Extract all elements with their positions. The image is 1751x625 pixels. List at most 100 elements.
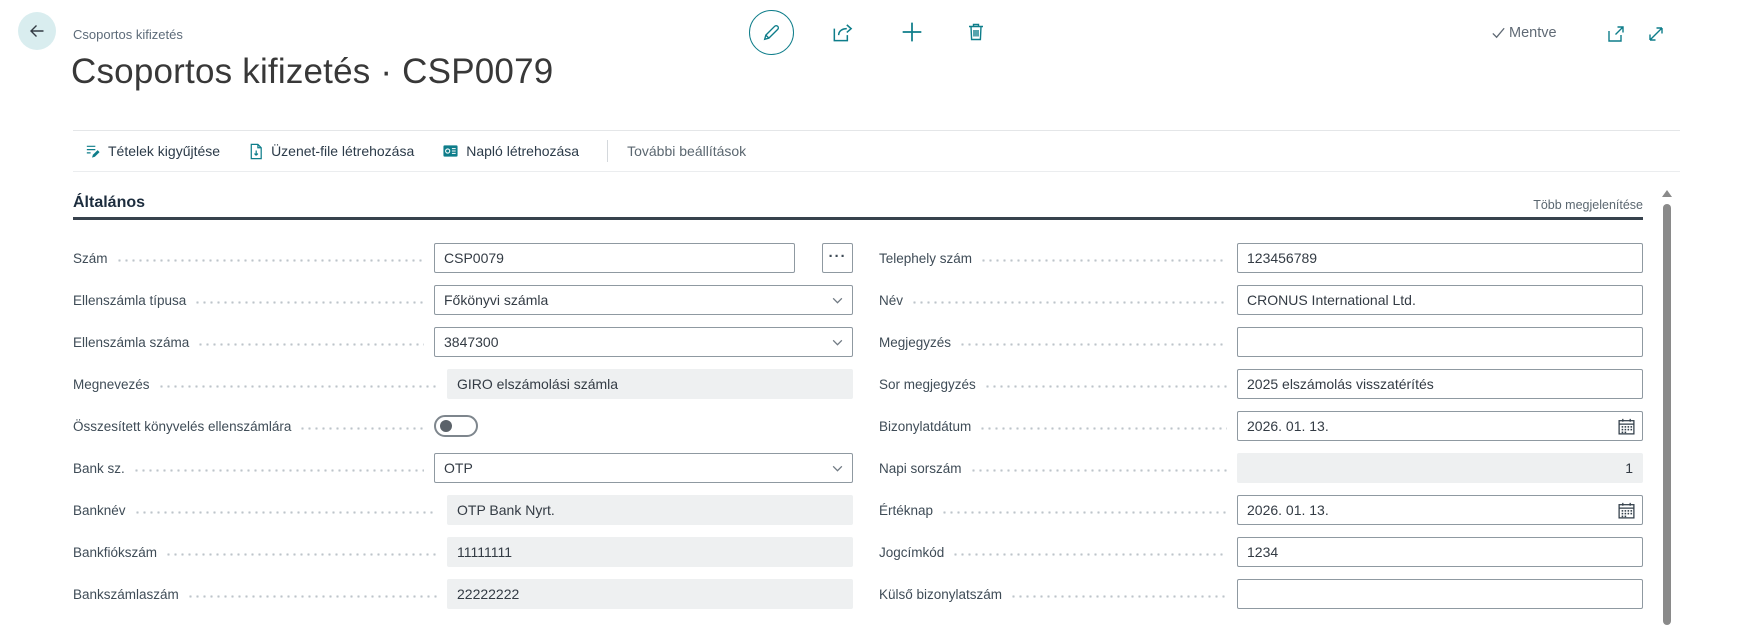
dot-leader	[133, 510, 437, 514]
chevron-down-icon[interactable]	[831, 462, 844, 475]
calendar-icon[interactable]	[1617, 501, 1636, 520]
kulso-bizonylatszam-input[interactable]	[1237, 579, 1643, 609]
action-create-message-file[interactable]: Üzenet-file létrehozása	[248, 143, 414, 160]
field-row-ellenszamla-szama: Ellenszámla száma	[73, 321, 853, 363]
dot-leader	[186, 594, 437, 598]
dot-leader	[941, 510, 1227, 514]
share-button[interactable]	[830, 20, 856, 46]
save-status-label: Mentve	[1509, 24, 1557, 41]
field-label: Név	[879, 292, 904, 308]
field-row-bankszamlaszam: Bankszámlaszám 22222222	[73, 573, 853, 615]
bank-sz-select[interactable]	[434, 453, 853, 483]
scrollbar-thumb[interactable]	[1663, 204, 1671, 625]
dot-leader	[197, 342, 424, 346]
szam-input[interactable]	[434, 243, 795, 273]
field-row-megnevezes: Megnevezés GIRO elszámolási számla	[73, 363, 853, 405]
dot-leader	[969, 468, 1227, 472]
show-more-button[interactable]: Több megjelenítése	[1533, 198, 1643, 212]
chevron-down-icon[interactable]	[831, 336, 844, 349]
field-label: Szám	[73, 250, 108, 266]
plus-icon	[898, 18, 926, 46]
field-row-megjegyzes: Megjegyzés	[879, 321, 1643, 363]
expand-button[interactable]	[1644, 22, 1668, 46]
field-row-ellenszamla-tipusa: Ellenszámla típusa	[73, 279, 853, 321]
telephely-szam-input[interactable]	[1237, 243, 1643, 273]
sor-megjegyzes-input[interactable]	[1237, 369, 1643, 399]
section-header: Általános Több megjelenítése	[73, 172, 1643, 220]
chevron-down-icon[interactable]	[831, 294, 844, 307]
field-label: Bankszámlaszám	[73, 586, 179, 602]
scrollbar-up-arrow[interactable]	[1662, 190, 1672, 197]
create-message-file-icon	[248, 143, 264, 160]
section-title[interactable]: Általános	[73, 194, 145, 212]
field-label: Sor megjegyzés	[879, 376, 976, 392]
banknev-readonly-field: OTP Bank Nyrt.	[447, 495, 853, 525]
dot-leader	[979, 426, 1227, 430]
saved-check-icon	[1490, 24, 1507, 41]
toggle-knob	[440, 420, 452, 432]
dot-leader	[952, 552, 1227, 556]
more-options-button[interactable]: További beállítások	[627, 143, 746, 159]
calendar-icon[interactable]	[1617, 417, 1636, 436]
field-row-bankfiokszam: Bankfiókszám 11111111	[73, 531, 853, 573]
action-create-journal[interactable]: Napló létrehozása	[442, 143, 579, 159]
form-column-left: Szám ··· Ellenszámla típusa Ellen	[73, 237, 853, 615]
field-row-szam: Szám ···	[73, 237, 853, 279]
field-row-banknev: Banknév OTP Bank Nyrt.	[73, 489, 853, 531]
save-status: Mentve	[1490, 24, 1557, 41]
ellenszamla-szama-select[interactable]	[434, 327, 853, 357]
delete-button[interactable]	[963, 19, 989, 45]
action-bar-divider	[607, 140, 609, 162]
back-button[interactable]	[18, 12, 56, 50]
action-collect-entries[interactable]: Tételek kigyűjtése	[84, 143, 220, 160]
pencil-icon	[761, 22, 782, 43]
megjegyzes-input[interactable]	[1237, 327, 1643, 357]
field-label: Külső bizonylatszám	[879, 586, 1003, 602]
erteknap-input[interactable]	[1237, 495, 1643, 525]
action-label: Tételek kigyűjtése	[108, 143, 221, 159]
bizonylatdatum-input[interactable]	[1237, 411, 1643, 441]
dot-leader	[157, 384, 437, 388]
breadcrumb[interactable]: Csoportos kifizetés	[73, 27, 183, 42]
assist-edit-button[interactable]: ···	[822, 243, 853, 273]
form-column-right: Telephely szám Név Megjegyzés	[879, 237, 1643, 615]
action-label: Napló létrehozása	[466, 143, 580, 159]
dot-leader	[194, 300, 424, 304]
field-row-bank-sz: Bank sz.	[73, 447, 853, 489]
trash-icon	[964, 20, 988, 44]
open-in-new-window-button[interactable]	[1604, 22, 1628, 46]
field-label: Jogcímkód	[879, 544, 945, 560]
dot-leader	[299, 426, 424, 430]
back-arrow-icon	[27, 21, 47, 41]
nev-input[interactable]	[1237, 285, 1643, 315]
action-bar: Tételek kigyűjtése Üzenet-file létrehozá…	[73, 130, 1680, 172]
field-label: Ellenszámla száma	[73, 334, 190, 350]
create-journal-icon	[442, 143, 459, 159]
bankfiokszam-readonly-field: 11111111	[447, 537, 853, 567]
jogcimkod-input[interactable]	[1237, 537, 1643, 567]
open-in-new-window-icon	[1605, 23, 1627, 45]
edit-button[interactable]	[749, 10, 794, 55]
field-label: Bankfiókszám	[73, 544, 158, 560]
field-label: Banknév	[73, 502, 126, 518]
dot-leader	[132, 468, 424, 472]
vertical-scrollbar[interactable]	[1661, 190, 1673, 625]
dot-leader	[1010, 594, 1227, 598]
field-label: Ellenszámla típusa	[73, 292, 187, 308]
megnevezes-readonly-field: GIRO elszámolási számla	[447, 369, 853, 399]
dot-leader	[959, 342, 1227, 346]
field-label: Megnevezés	[73, 376, 150, 392]
bankszamlaszam-readonly-field: 22222222	[447, 579, 853, 609]
dot-leader	[983, 384, 1227, 388]
field-row-jogcimkod: Jogcímkód	[879, 531, 1643, 573]
share-icon	[830, 20, 856, 46]
napi-sorszam-readonly-field: 1	[1237, 453, 1643, 483]
dot-leader	[980, 258, 1227, 262]
new-button[interactable]	[898, 18, 926, 46]
field-row-bizonylatdatum: Bizonylatdátum	[879, 405, 1643, 447]
ellenszamla-tipusa-select[interactable]	[434, 285, 853, 315]
collect-entries-icon	[84, 143, 101, 160]
field-row-sor-megjegyzes: Sor megjegyzés	[879, 363, 1643, 405]
field-row-osszesitett-konyveles: Összesített könyvelés ellenszámlára	[73, 405, 853, 447]
osszesitett-konyveles-toggle[interactable]	[434, 415, 478, 437]
